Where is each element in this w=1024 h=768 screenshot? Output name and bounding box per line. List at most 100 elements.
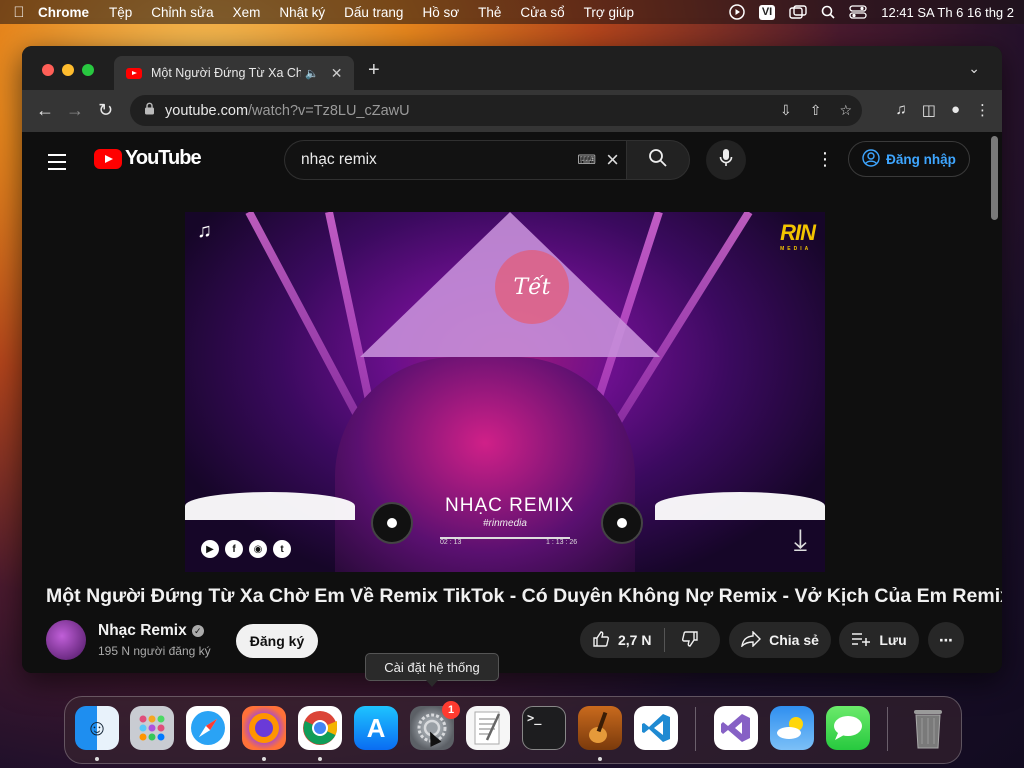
voice-search-button[interactable] [706, 140, 746, 180]
twitter-social-icon: t [273, 540, 291, 558]
youtube-favicon-icon [126, 67, 142, 79]
channel-avatar[interactable] [46, 620, 86, 660]
back-arrow-icon[interactable]: ← [36, 100, 54, 120]
safari-icon[interactable] [186, 706, 230, 750]
keyboard-icon[interactable]: ⌨ [577, 152, 596, 168]
side-panel-icon[interactable]: ◫ [922, 101, 936, 119]
youtube-play-icon [94, 148, 122, 169]
new-tab-icon[interactable]: + [368, 59, 380, 82]
search-button[interactable] [626, 140, 690, 180]
verified-check-icon: ✓ [191, 625, 204, 637]
share-button[interactable]: Chia sẻ [729, 622, 831, 658]
video-overlay-title: NHẠC REMIX [445, 495, 575, 516]
running-indicator [318, 757, 322, 761]
forward-arrow-icon[interactable]: → [66, 100, 84, 120]
playlist-add-icon [851, 632, 871, 649]
youtube-logo[interactable]: YouTube [94, 147, 202, 170]
window-overview-icon[interactable] [789, 5, 807, 19]
address-bar-actions: ⇩ ⇧ ☆ [780, 102, 852, 119]
menu-file[interactable]: Tệp [109, 5, 132, 20]
vinyl-disc-right [601, 502, 643, 544]
toolbar-right: ♫ ◫ ● ⋮ [896, 101, 991, 119]
url-path: /watch?v=Tz8LU_cZawU [248, 102, 410, 119]
social-icons: ▶ f ◉ t [201, 540, 291, 558]
menu-tab[interactable]: Thẻ [478, 5, 501, 20]
menu-window[interactable]: Cửa sổ [520, 5, 564, 20]
thumbs-up-icon [592, 630, 610, 651]
page-scrollbar[interactable] [991, 136, 998, 220]
media-controls-icon[interactable]: ♫ [896, 101, 907, 119]
close-tab-icon[interactable]: ✕ [331, 65, 343, 82]
address-bar[interactable]: youtube.com /watch?v=Tz8LU_cZawU ⇩ ⇧ ☆ [130, 95, 862, 126]
download-arrow-icon: ⤓ [793, 524, 807, 557]
sign-in-button[interactable]: Đăng nhập [848, 141, 970, 177]
youtube-page: YouTube nhạc remix ⌨ × ⋮ Đăng nhập Tết ♫… [22, 132, 1002, 673]
menu-view[interactable]: Xem [233, 5, 261, 20]
zoom-window-button[interactable] [82, 64, 94, 76]
menu-extras: VI 12:41 SA Th 6 16 thg 2 [729, 0, 1014, 24]
url-host: youtube.com [165, 102, 249, 119]
menu-clock[interactable]: 12:41 SA Th 6 16 thg 2 [881, 5, 1014, 20]
firefox-icon[interactable] [242, 706, 286, 750]
hamburger-menu-icon[interactable] [48, 154, 66, 175]
weather-icon[interactable] [770, 706, 814, 750]
audio-wave-left [185, 492, 355, 520]
menu-bookmarks[interactable]: Dấu trang [344, 5, 403, 20]
dislike-button[interactable] [665, 630, 699, 651]
running-indicator [95, 757, 99, 761]
more-actions-button[interactable]: ⋯ [928, 622, 964, 658]
apple-menu-icon[interactable]:  [0, 4, 38, 21]
channel-name[interactable]: Nhạc Remix ✓ [98, 622, 204, 640]
share-label: Chia sẻ [769, 632, 819, 648]
sign-in-label: Đăng nhập [886, 151, 956, 167]
facebook-social-icon: f [225, 540, 243, 558]
menu-app-name[interactable]: Chrome [38, 5, 89, 20]
textedit-icon[interactable] [466, 706, 510, 750]
like-dislike-group: 2,7 N [580, 622, 720, 658]
running-indicator [262, 757, 266, 761]
video-player[interactable]: Tết ♫ RIN MEDIA NHẠC REMIX #rinmedia 02 :… [185, 212, 825, 572]
profile-icon[interactable]: ● [951, 101, 960, 119]
chrome-menu-icon[interactable]: ⋮ [975, 101, 990, 119]
app-store-icon[interactable]: A [354, 706, 398, 750]
minimize-window-button[interactable] [62, 64, 74, 76]
close-window-button[interactable] [42, 64, 54, 76]
control-center-icon[interactable] [849, 5, 867, 19]
save-button[interactable]: Lưu [839, 622, 919, 658]
spotlight-search-icon[interactable] [821, 5, 835, 19]
vinyl-disc-left [371, 502, 413, 544]
launchpad-icon[interactable] [130, 706, 174, 750]
subscribe-button[interactable]: Đăng ký [236, 624, 318, 658]
search-input[interactable]: nhạc remix ⌨ × [284, 140, 627, 180]
menu-history[interactable]: Nhật ký [279, 5, 325, 20]
terminal-icon[interactable]: >_ [522, 706, 566, 750]
speaker-icon[interactable]: 🔈 [305, 67, 319, 80]
menu-profiles[interactable]: Hồ sơ [422, 5, 459, 20]
like-count: 2,7 N [618, 632, 652, 648]
trash-icon[interactable] [906, 706, 950, 750]
media-play-icon[interactable] [729, 4, 745, 20]
chrome-icon[interactable] [298, 706, 342, 750]
garageband-icon[interactable] [578, 706, 622, 750]
reload-icon[interactable]: ↻ [98, 100, 113, 120]
video-title: Một Người Đứng Từ Xa Chờ Em Về Remix Tik… [46, 585, 1002, 607]
channel-subscriber-count: 195 N người đăng ký [98, 644, 211, 658]
visual-studio-icon[interactable] [714, 706, 758, 750]
site-info-icon[interactable] [144, 102, 155, 119]
finder-icon[interactable]: ☺ [75, 706, 119, 750]
rin-media-logo: RIN MEDIA [780, 220, 816, 252]
settings-kebab-icon[interactable]: ⋮ [816, 148, 834, 170]
install-app-icon[interactable]: ⇩ [780, 102, 792, 119]
clear-search-icon[interactable]: × [606, 147, 619, 173]
vscode-icon[interactable] [634, 706, 678, 750]
browser-toolbar: ← → ↻ youtube.com /watch?v=Tz8LU_cZawU ⇩… [22, 90, 1002, 132]
bookmark-star-icon[interactable]: ☆ [839, 102, 852, 119]
browser-tab[interactable]: Một Người Đứng Từ Xa Chờ Em Về Remix Tik… [114, 56, 354, 90]
share-page-icon[interactable]: ⇧ [810, 102, 822, 119]
input-source-badge[interactable]: VI [758, 4, 776, 20]
menu-help[interactable]: Trợ giúp [584, 5, 634, 20]
messages-icon[interactable] [826, 706, 870, 750]
menu-edit[interactable]: Chỉnh sửa [151, 5, 213, 20]
like-button[interactable]: 2,7 N [580, 628, 665, 652]
tab-search-chevron-icon[interactable]: ⌄ [968, 60, 980, 77]
